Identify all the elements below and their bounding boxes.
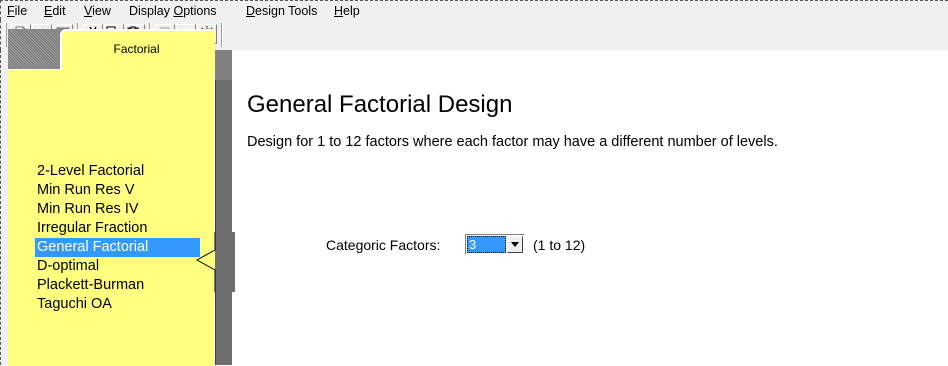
tab-factorial-label: Factorial: [113, 42, 160, 56]
list-item-2-level-factorial[interactable]: 2-Level Factorial: [35, 162, 200, 181]
list-item-irregular-fraction[interactable]: Irregular Fraction: [35, 219, 200, 238]
list-item-d-optimal[interactable]: D-optimal: [35, 257, 200, 276]
menu-edit[interactable]: Edit: [44, 4, 66, 18]
list-item-min-run-res-v[interactable]: Min Run Res V: [35, 181, 200, 200]
page-title: General Factorial Design: [247, 91, 513, 118]
menu-help[interactable]: Help: [334, 4, 360, 18]
toolbar-grip[interactable]: [4, 23, 7, 47]
list-item-plackett-burman[interactable]: Plackett-Burman: [35, 276, 200, 295]
menu-bar: File Edit View Display Options Design To…: [0, 0, 948, 20]
menu-design-tools[interactable]: Design Tools: [246, 4, 317, 18]
list-item-min-run-res-iv[interactable]: Min Run Res IV: [35, 200, 200, 219]
categoric-factors-select[interactable]: 3: [465, 234, 525, 255]
app-window: File Edit View Display Options Design To…: [0, 0, 948, 366]
panel-divider: [215, 50, 232, 365]
menu-view[interactable]: View: [84, 4, 111, 18]
inactive-tab[interactable]: [8, 29, 68, 69]
list-item-general-factorial[interactable]: General Factorial: [35, 238, 200, 257]
design-type-list: 2-Level Factorial Min Run Res V Min Run …: [35, 162, 200, 314]
selection-pointer-icon: [195, 232, 235, 292]
list-item-taguchi-oa[interactable]: Taguchi OA: [35, 295, 200, 314]
categoric-factors-range-hint: (1 to 12): [533, 237, 586, 253]
dropdown-arrow-icon[interactable]: [507, 236, 523, 253]
page-description: Design for 1 to 12 factors where each fa…: [247, 134, 778, 150]
menu-display-options[interactable]: Display Options: [129, 4, 217, 18]
toolbar-separator: [221, 23, 223, 47]
categoric-factors-value[interactable]: 3: [467, 236, 506, 253]
menu-file[interactable]: File: [7, 4, 27, 18]
categoric-factors-label: Categoric Factors:: [326, 237, 441, 253]
panel-divider-top: [215, 50, 232, 80]
